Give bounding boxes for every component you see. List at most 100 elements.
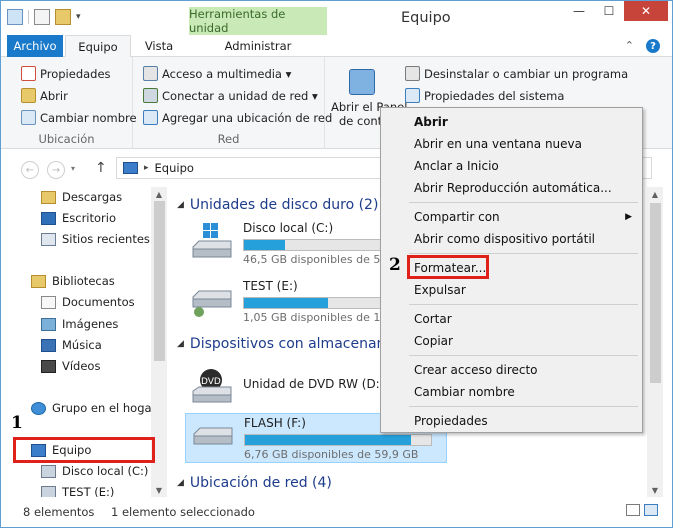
- rename-icon: [21, 110, 36, 125]
- ribbon-tabs: Archivo Equipo Vista Administrar ⌃ ?: [1, 35, 672, 57]
- drive-name: FLASH (F:): [244, 416, 306, 430]
- menu-item-copiar[interactable]: Copiar: [414, 334, 453, 348]
- nav-item-grupo-hogar[interactable]: Grupo en el hogar: [31, 401, 156, 415]
- status-selection: 1 elemento seleccionado: [111, 505, 255, 519]
- nav-item-videos[interactable]: Vídeos: [41, 359, 100, 373]
- maximize-button[interactable]: ☐: [594, 1, 624, 21]
- scroll-thumb[interactable]: [650, 203, 661, 383]
- drive-usage-bar: [244, 434, 432, 446]
- ribbon-group-label: Ubicación: [38, 132, 95, 146]
- menu-item-anclar-inicio[interactable]: Anclar a Inicio: [414, 159, 499, 173]
- status-item-count: 8 elementos: [23, 505, 95, 519]
- window-controls: — ☐ ✕: [564, 1, 668, 21]
- step-1-label: 1: [11, 413, 23, 433]
- content-scrollbar[interactable]: ▲ ▼: [647, 187, 663, 497]
- scroll-down-icon[interactable]: ▼: [647, 483, 663, 497]
- system-properties-icon: [405, 88, 420, 103]
- drive-usage-fill: [245, 435, 411, 445]
- scroll-down-icon[interactable]: ▼: [151, 483, 167, 497]
- view-toggle: [626, 504, 658, 516]
- conectar-unidad-red-button[interactable]: Conectar a unidad de red ▾: [143, 88, 318, 103]
- desinstalar-programa-button[interactable]: Desinstalar o cambiar un programa: [405, 66, 628, 81]
- menu-item-cortar[interactable]: Cortar: [414, 312, 452, 326]
- cambiar-nombre-button[interactable]: Cambiar nombre: [21, 110, 137, 125]
- computer-icon: [123, 162, 138, 174]
- propiedades-sistema-button[interactable]: Propiedades del sistema: [405, 88, 564, 103]
- highlight-equipo: [13, 437, 155, 463]
- drive-name: TEST (E:): [243, 279, 298, 293]
- nav-item-bibliotecas[interactable]: Bibliotecas: [31, 274, 115, 288]
- tab-vista[interactable]: Vista: [133, 35, 185, 57]
- propiedades-button[interactable]: Propiedades: [21, 66, 111, 81]
- back-arrow-icon[interactable]: ←: [21, 161, 39, 179]
- media-icon: [143, 66, 158, 81]
- forward-arrow-icon[interactable]: →: [47, 161, 65, 179]
- help-icon[interactable]: ?: [646, 39, 660, 53]
- step-2-label: 2: [389, 255, 401, 275]
- menu-item-expulsar[interactable]: Expulsar: [414, 283, 466, 297]
- menu-item-compartir-con[interactable]: Compartir con: [414, 210, 500, 224]
- nav-item-disco-local[interactable]: Disco local (C:): [41, 464, 148, 478]
- network-location-icon: [143, 110, 158, 125]
- menu-item-propiedades[interactable]: Propiedades: [414, 414, 488, 428]
- menu-separator: [409, 253, 638, 254]
- desktop-icon: [41, 211, 56, 225]
- tab-archivo[interactable]: Archivo: [7, 35, 63, 57]
- recent-locations-icon[interactable]: ▾: [71, 164, 75, 173]
- menu-item-cambiar-nombre[interactable]: Cambiar nombre: [414, 385, 515, 399]
- menu-item-abrir[interactable]: Abrir: [414, 115, 448, 129]
- menu-item-abrir-ventana-nueva[interactable]: Abrir en una ventana nueva: [414, 137, 582, 151]
- control-panel-icon: [349, 69, 375, 95]
- videos-icon: [41, 359, 56, 373]
- collapse-icon[interactable]: ◢: [177, 478, 184, 488]
- minimize-button[interactable]: —: [564, 1, 594, 21]
- menu-item-dispositivo-portatil[interactable]: Abrir como dispositivo portátil: [414, 232, 595, 246]
- drive-free-space: 6,76 GB disponibles de 59,9 GB: [244, 448, 419, 461]
- abrir-button[interactable]: Abrir: [21, 88, 68, 103]
- section-dispositivos[interactable]: ◢ Dispositivos con almacenam: [177, 336, 390, 352]
- nav-item-sitios-recientes[interactable]: Sitios recientes: [41, 232, 150, 246]
- folder-icon[interactable]: [55, 9, 71, 25]
- nav-item-test[interactable]: TEST (E:): [41, 485, 114, 497]
- agregar-ubicacion-red-button[interactable]: Agregar una ubicación de red: [143, 110, 332, 125]
- removable-drive-icon: [190, 418, 236, 456]
- edit-icon[interactable]: [34, 9, 50, 25]
- qat-dropdown-icon[interactable]: ▾: [76, 12, 81, 22]
- details-view-icon[interactable]: [626, 504, 640, 516]
- scroll-up-icon[interactable]: ▲: [151, 187, 167, 201]
- menu-item-reproduccion-automatica[interactable]: Abrir Reproducción automática...: [414, 181, 612, 195]
- title-bar: ▾ Herramientas de unidad Equipo — ☐ ✕: [1, 1, 672, 35]
- nav-item-musica[interactable]: Música: [41, 338, 102, 352]
- section-ubicacion-red[interactable]: ◢ Ubicación de red (4): [177, 475, 332, 491]
- close-button[interactable]: ✕: [624, 1, 668, 21]
- drive-free-space: 1,05 GB disponibles de 1,9: [243, 311, 391, 324]
- status-bar: 8 elementos 1 elemento seleccionado: [1, 499, 672, 525]
- collapse-icon[interactable]: ◢: [177, 200, 184, 210]
- drive-tools-tab[interactable]: Herramientas de unidad: [189, 7, 327, 35]
- tab-administrar[interactable]: Administrar: [189, 35, 327, 57]
- properties-icon[interactable]: [7, 9, 23, 25]
- homegroup-icon: [31, 401, 46, 415]
- tiles-view-icon[interactable]: [644, 504, 658, 516]
- uninstall-icon: [405, 66, 420, 81]
- menu-separator: [409, 355, 638, 356]
- up-arrow-icon[interactable]: ↑: [95, 160, 107, 176]
- nav-item-descargas[interactable]: Descargas: [41, 190, 122, 204]
- scroll-up-icon[interactable]: ▲: [647, 187, 663, 201]
- acceso-multimedia-button[interactable]: Acceso a multimedia ▾: [143, 66, 291, 81]
- nav-item-documentos[interactable]: Documentos: [41, 295, 135, 309]
- ribbon-collapse-icon[interactable]: ⌃: [625, 39, 634, 53]
- scroll-thumb[interactable]: [154, 201, 165, 361]
- nav-item-imagenes[interactable]: Imágenes: [41, 317, 118, 331]
- collapse-icon[interactable]: ◢: [177, 339, 184, 349]
- svg-text:DVD: DVD: [201, 377, 221, 387]
- breadcrumb-equipo[interactable]: Equipo: [155, 161, 194, 175]
- properties-icon: [21, 66, 36, 81]
- menu-item-crear-acceso-directo[interactable]: Crear acceso directo: [414, 363, 538, 377]
- tab-equipo[interactable]: Equipo: [65, 35, 131, 57]
- libraries-icon: [31, 274, 46, 288]
- ribbon-group-ubicacion: Propiedades Abrir Cambiar nombre Ubicaci…: [1, 57, 137, 149]
- nav-item-escritorio[interactable]: Escritorio: [41, 211, 116, 225]
- breadcrumb-separator-icon: ▸: [144, 163, 149, 173]
- quick-access-toolbar: ▾: [7, 9, 81, 25]
